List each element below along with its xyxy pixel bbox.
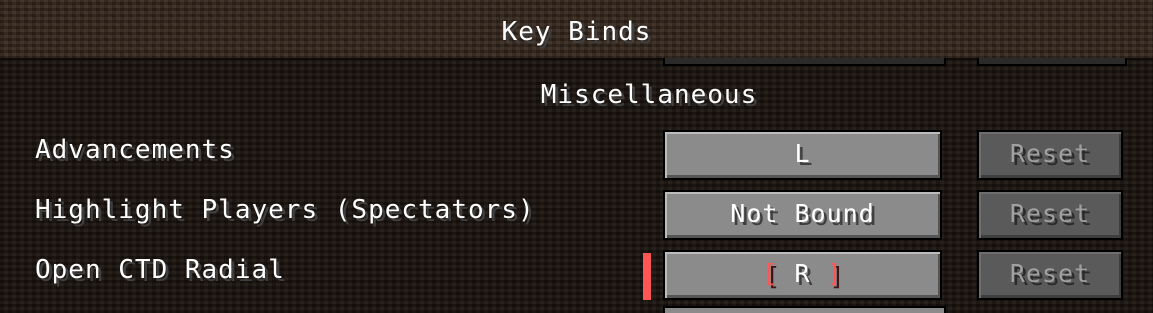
keybind-key-label: Not Bound — [730, 199, 875, 228]
keybind-button-advancements[interactable]: L — [663, 130, 942, 180]
reset-button-label: Reset — [1009, 139, 1091, 168]
keybind-key-label: R — [794, 259, 811, 288]
conflict-bracket-left: [ — [762, 259, 779, 288]
reset-button-open-ctd-radial[interactable]: Reset — [977, 250, 1123, 300]
conflict-indicator — [643, 253, 651, 300]
category-heading: Miscellaneous — [540, 80, 758, 110]
next-key-button-edge — [663, 306, 946, 313]
reset-button-label: Reset — [1009, 259, 1091, 288]
screen-title: Key Binds — [501, 17, 652, 47]
reset-button-advancements[interactable]: Reset — [977, 130, 1123, 180]
keybind-button-open-ctd-radial[interactable]: [ R ] — [663, 250, 942, 300]
previous-reset-button-edge — [977, 58, 1127, 66]
previous-key-button-edge — [663, 58, 946, 66]
keybind-button-highlight-players[interactable]: Not Bound — [663, 190, 942, 240]
reset-button-label: Reset — [1009, 199, 1091, 228]
keybind-label-open-ctd-radial: Open CTD Radial — [35, 255, 285, 285]
reset-button-highlight-players[interactable]: Reset — [977, 190, 1123, 240]
keybind-label-advancements: Advancements — [35, 135, 235, 165]
keybind-label-highlight-players: Highlight Players (Spectators) — [35, 195, 535, 225]
conflict-bracket-right: ] — [826, 259, 843, 288]
keybind-key-label: L — [794, 139, 811, 168]
